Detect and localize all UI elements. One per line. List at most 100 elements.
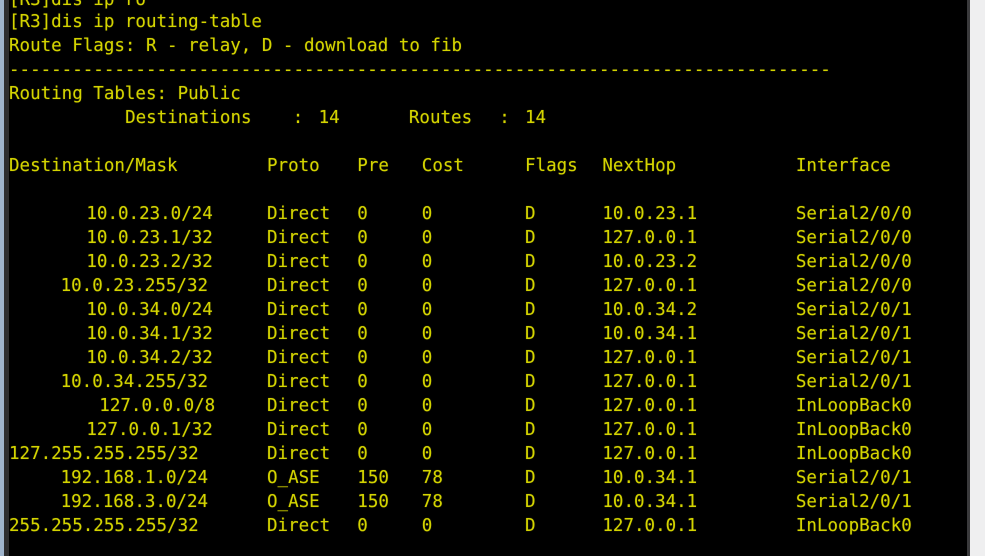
cell-interface: Serial2/0/0 <box>795 252 912 272</box>
cell-flags: D <box>525 444 536 464</box>
cell-flags: D <box>525 492 536 512</box>
cell-interface: Serial2/0/0 <box>795 276 912 296</box>
cell-pre: 0 <box>357 228 368 248</box>
cell-pre: 0 <box>357 516 368 536</box>
cell-nexthop: 10.0.23.2 <box>602 252 698 272</box>
cell-proto: Direct <box>267 300 331 320</box>
cell-cost: 0 <box>421 420 433 440</box>
cell-interface: Serial2/0/1 <box>795 468 912 488</box>
cell-pre: 0 <box>357 372 368 392</box>
cell-nexthop: 10.0.34.1 <box>602 324 698 344</box>
cell-proto: Direct <box>267 276 331 296</box>
cell-flags: D <box>525 468 536 488</box>
cell-nexthop: 10.0.23.1 <box>602 204 698 224</box>
cell-pre: 0 <box>357 396 368 416</box>
cell-cost: 0 <box>421 276 433 296</box>
cell-nexthop: 10.0.34.1 <box>602 468 698 488</box>
cell-destination-mask: 10.0.34.255/32 <box>60 372 209 392</box>
cell-proto: Direct <box>267 348 331 368</box>
routes-label: Routes <box>408 108 473 128</box>
routing-tables-text: Routing Tables: Public <box>9 84 241 104</box>
cell-cost: 0 <box>421 348 433 368</box>
cell-cost: 0 <box>421 444 433 464</box>
cell-pre: 0 <box>357 204 368 224</box>
cell-proto: Direct <box>267 420 331 440</box>
terminal-window: [R3]dis ip ro [R3]dis ip routing-table R… <box>0 0 985 556</box>
destinations-colon: : <box>292 108 304 128</box>
cell-proto: Direct <box>267 204 331 224</box>
cell-interface: Serial2/0/1 <box>795 300 912 320</box>
cell-interface: InLoopBack0 <box>795 396 912 416</box>
column-header-nexthop: NextHop <box>602 156 677 176</box>
window-right-edge <box>970 0 985 556</box>
cell-destination-mask: 255.255.255.255/32 <box>9 516 199 536</box>
cell-cost: 78 <box>421 468 443 488</box>
cell-destination-mask: 10.0.34.0/24 <box>86 300 213 320</box>
cell-nexthop: 127.0.0.1 <box>602 420 698 440</box>
cell-nexthop: 127.0.0.1 <box>602 444 698 464</box>
cell-nexthop: 127.0.0.1 <box>602 516 698 536</box>
cell-destination-mask: 127.255.255.255/32 <box>9 444 199 464</box>
window-left-chrome <box>4 0 9 556</box>
cell-pre: 0 <box>357 276 368 296</box>
cell-nexthop: 10.0.34.2 <box>602 300 698 320</box>
cell-interface: Serial2/0/1 <box>795 492 912 512</box>
cell-cost: 0 <box>421 516 433 536</box>
cell-interface: InLoopBack0 <box>795 516 912 536</box>
cell-flags: D <box>525 324 536 344</box>
cell-pre: 150 <box>357 492 389 512</box>
column-header-interface: Interface <box>795 156 891 176</box>
cell-nexthop: 127.0.0.1 <box>602 348 698 368</box>
cell-interface: Serial2/0/0 <box>795 204 912 224</box>
cell-pre: 0 <box>357 252 368 272</box>
column-header-flags: Flags <box>525 156 578 176</box>
cell-pre: 0 <box>357 444 368 464</box>
column-header-proto: Proto <box>267 156 320 176</box>
cell-nexthop: 127.0.0.1 <box>602 372 698 392</box>
cell-cost: 0 <box>421 372 433 392</box>
cell-destination-mask: 10.0.23.0/24 <box>86 204 213 224</box>
cell-nexthop: 127.0.0.1 <box>602 396 698 416</box>
cell-flags: D <box>525 276 536 296</box>
cell-nexthop: 127.0.0.1 <box>602 228 698 248</box>
destinations-value: 14 <box>318 108 340 128</box>
cell-flags: D <box>525 516 536 536</box>
cell-interface: Serial2/0/0 <box>795 228 912 248</box>
cell-flags: D <box>525 420 536 440</box>
console-output-area[interactable]: [R3]dis ip ro [R3]dis ip routing-table R… <box>9 0 967 556</box>
cell-proto: Direct <box>267 372 331 392</box>
cell-flags: D <box>525 348 536 368</box>
cell-nexthop: 127.0.0.1 <box>602 276 698 296</box>
cell-pre: 0 <box>357 300 368 320</box>
cell-pre: 0 <box>357 420 368 440</box>
cell-nexthop: 10.0.34.1 <box>602 492 698 512</box>
column-header-cost: Cost <box>421 156 464 176</box>
destinations-label: Destinations <box>125 108 252 128</box>
cell-interface: Serial2/0/1 <box>795 324 912 344</box>
cell-pre: 0 <box>357 324 368 344</box>
cell-cost: 0 <box>421 228 433 248</box>
cell-flags: D <box>525 396 536 416</box>
cell-destination-mask: 10.0.23.1/32 <box>86 228 213 248</box>
cell-pre: 0 <box>357 348 368 368</box>
cell-cost: 0 <box>421 252 433 272</box>
cell-destination-mask: 10.0.23.255/32 <box>60 276 209 296</box>
cell-cost: 0 <box>421 396 433 416</box>
cell-proto: Direct <box>267 444 331 464</box>
column-header-destination-mask: Destination/Mask <box>9 156 178 176</box>
cell-flags: D <box>525 228 536 248</box>
cell-destination-mask: 192.168.3.0/24 <box>60 492 209 512</box>
cell-cost: 0 <box>421 324 433 344</box>
cell-proto: Direct <box>267 252 331 272</box>
cell-flags: D <box>525 300 536 320</box>
routes-value: 14 <box>525 108 547 128</box>
cell-destination-mask: 10.0.34.1/32 <box>86 324 213 344</box>
cell-interface: InLoopBack0 <box>795 420 912 440</box>
cell-flags: D <box>525 252 536 272</box>
cell-proto: Direct <box>267 324 331 344</box>
cell-destination-mask: 127.0.0.0/8 <box>99 396 216 416</box>
cell-proto: Direct <box>267 396 331 416</box>
cell-flags: D <box>525 204 536 224</box>
cell-interface: InLoopBack0 <box>795 444 912 464</box>
cell-interface: Serial2/0/1 <box>795 372 912 392</box>
